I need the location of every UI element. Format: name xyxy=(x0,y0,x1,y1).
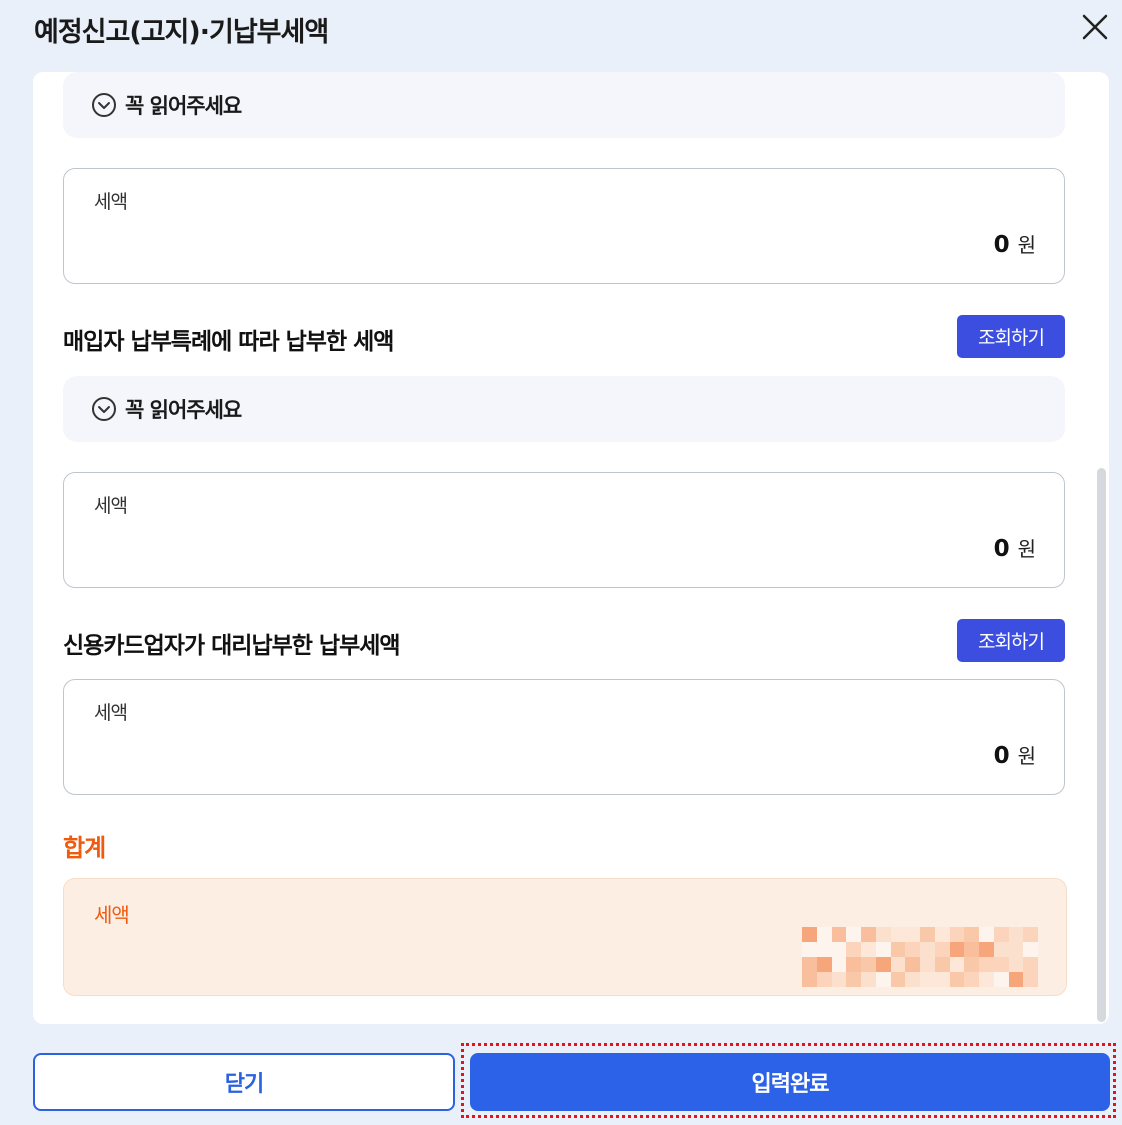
field-value: 0 원 xyxy=(994,533,1036,562)
amount-value: 0 xyxy=(993,536,1010,562)
notice-label: 꼭 읽어주세요 xyxy=(125,94,242,118)
lookup-button[interactable]: 조회하기 xyxy=(957,619,1065,662)
content-panel: 꼭 읽어주세요 세액 0 원 매입자 납부특례에 따라 납부한 세액 조회하기 … xyxy=(33,72,1109,1024)
scrollbar[interactable] xyxy=(1097,468,1106,1022)
close-icon[interactable] xyxy=(1078,10,1112,44)
section-title-card-proxy: 신용카드업자가 대리납부한 납부세액 xyxy=(63,633,401,659)
submit-button[interactable]: 입력완료 xyxy=(470,1053,1110,1111)
section-title-buyer-special: 매입자 납부특례에 따라 납부한 세액 xyxy=(63,329,394,355)
field-label: 세액 xyxy=(94,495,128,517)
notice-toggle[interactable]: 꼭 읽어주세요 xyxy=(63,72,1065,138)
total-label: 세액 xyxy=(94,903,130,927)
total-title: 합계 xyxy=(63,834,106,862)
field-label: 세액 xyxy=(94,191,128,213)
total-tax-field: 세액 xyxy=(63,878,1067,996)
notice-toggle[interactable]: 꼭 읽어주세요 xyxy=(63,376,1065,442)
tax-amount-field[interactable]: 세액 0 원 xyxy=(63,168,1065,284)
amount-unit: 원 xyxy=(1017,537,1036,561)
amount-value: 0 xyxy=(993,232,1010,258)
amount-unit: 원 xyxy=(1017,744,1036,768)
chevron-down-circle-icon xyxy=(91,92,117,118)
chevron-down-circle-icon xyxy=(91,396,117,422)
tax-amount-field[interactable]: 세액 0 원 xyxy=(63,679,1065,795)
field-value: 0 원 xyxy=(994,229,1036,258)
lookup-button[interactable]: 조회하기 xyxy=(957,315,1065,358)
tax-amount-field[interactable]: 세액 0 원 xyxy=(63,472,1065,588)
amount-unit: 원 xyxy=(1017,233,1036,257)
redacted-amount xyxy=(802,927,1038,987)
notice-label: 꼭 읽어주세요 xyxy=(125,398,242,422)
field-value: 0 원 xyxy=(994,740,1036,769)
modal-title: 예정신고(고지)·기납부세액 xyxy=(34,17,329,48)
field-label: 세액 xyxy=(94,702,128,724)
close-button[interactable]: 닫기 xyxy=(33,1053,455,1111)
amount-value: 0 xyxy=(993,743,1010,769)
